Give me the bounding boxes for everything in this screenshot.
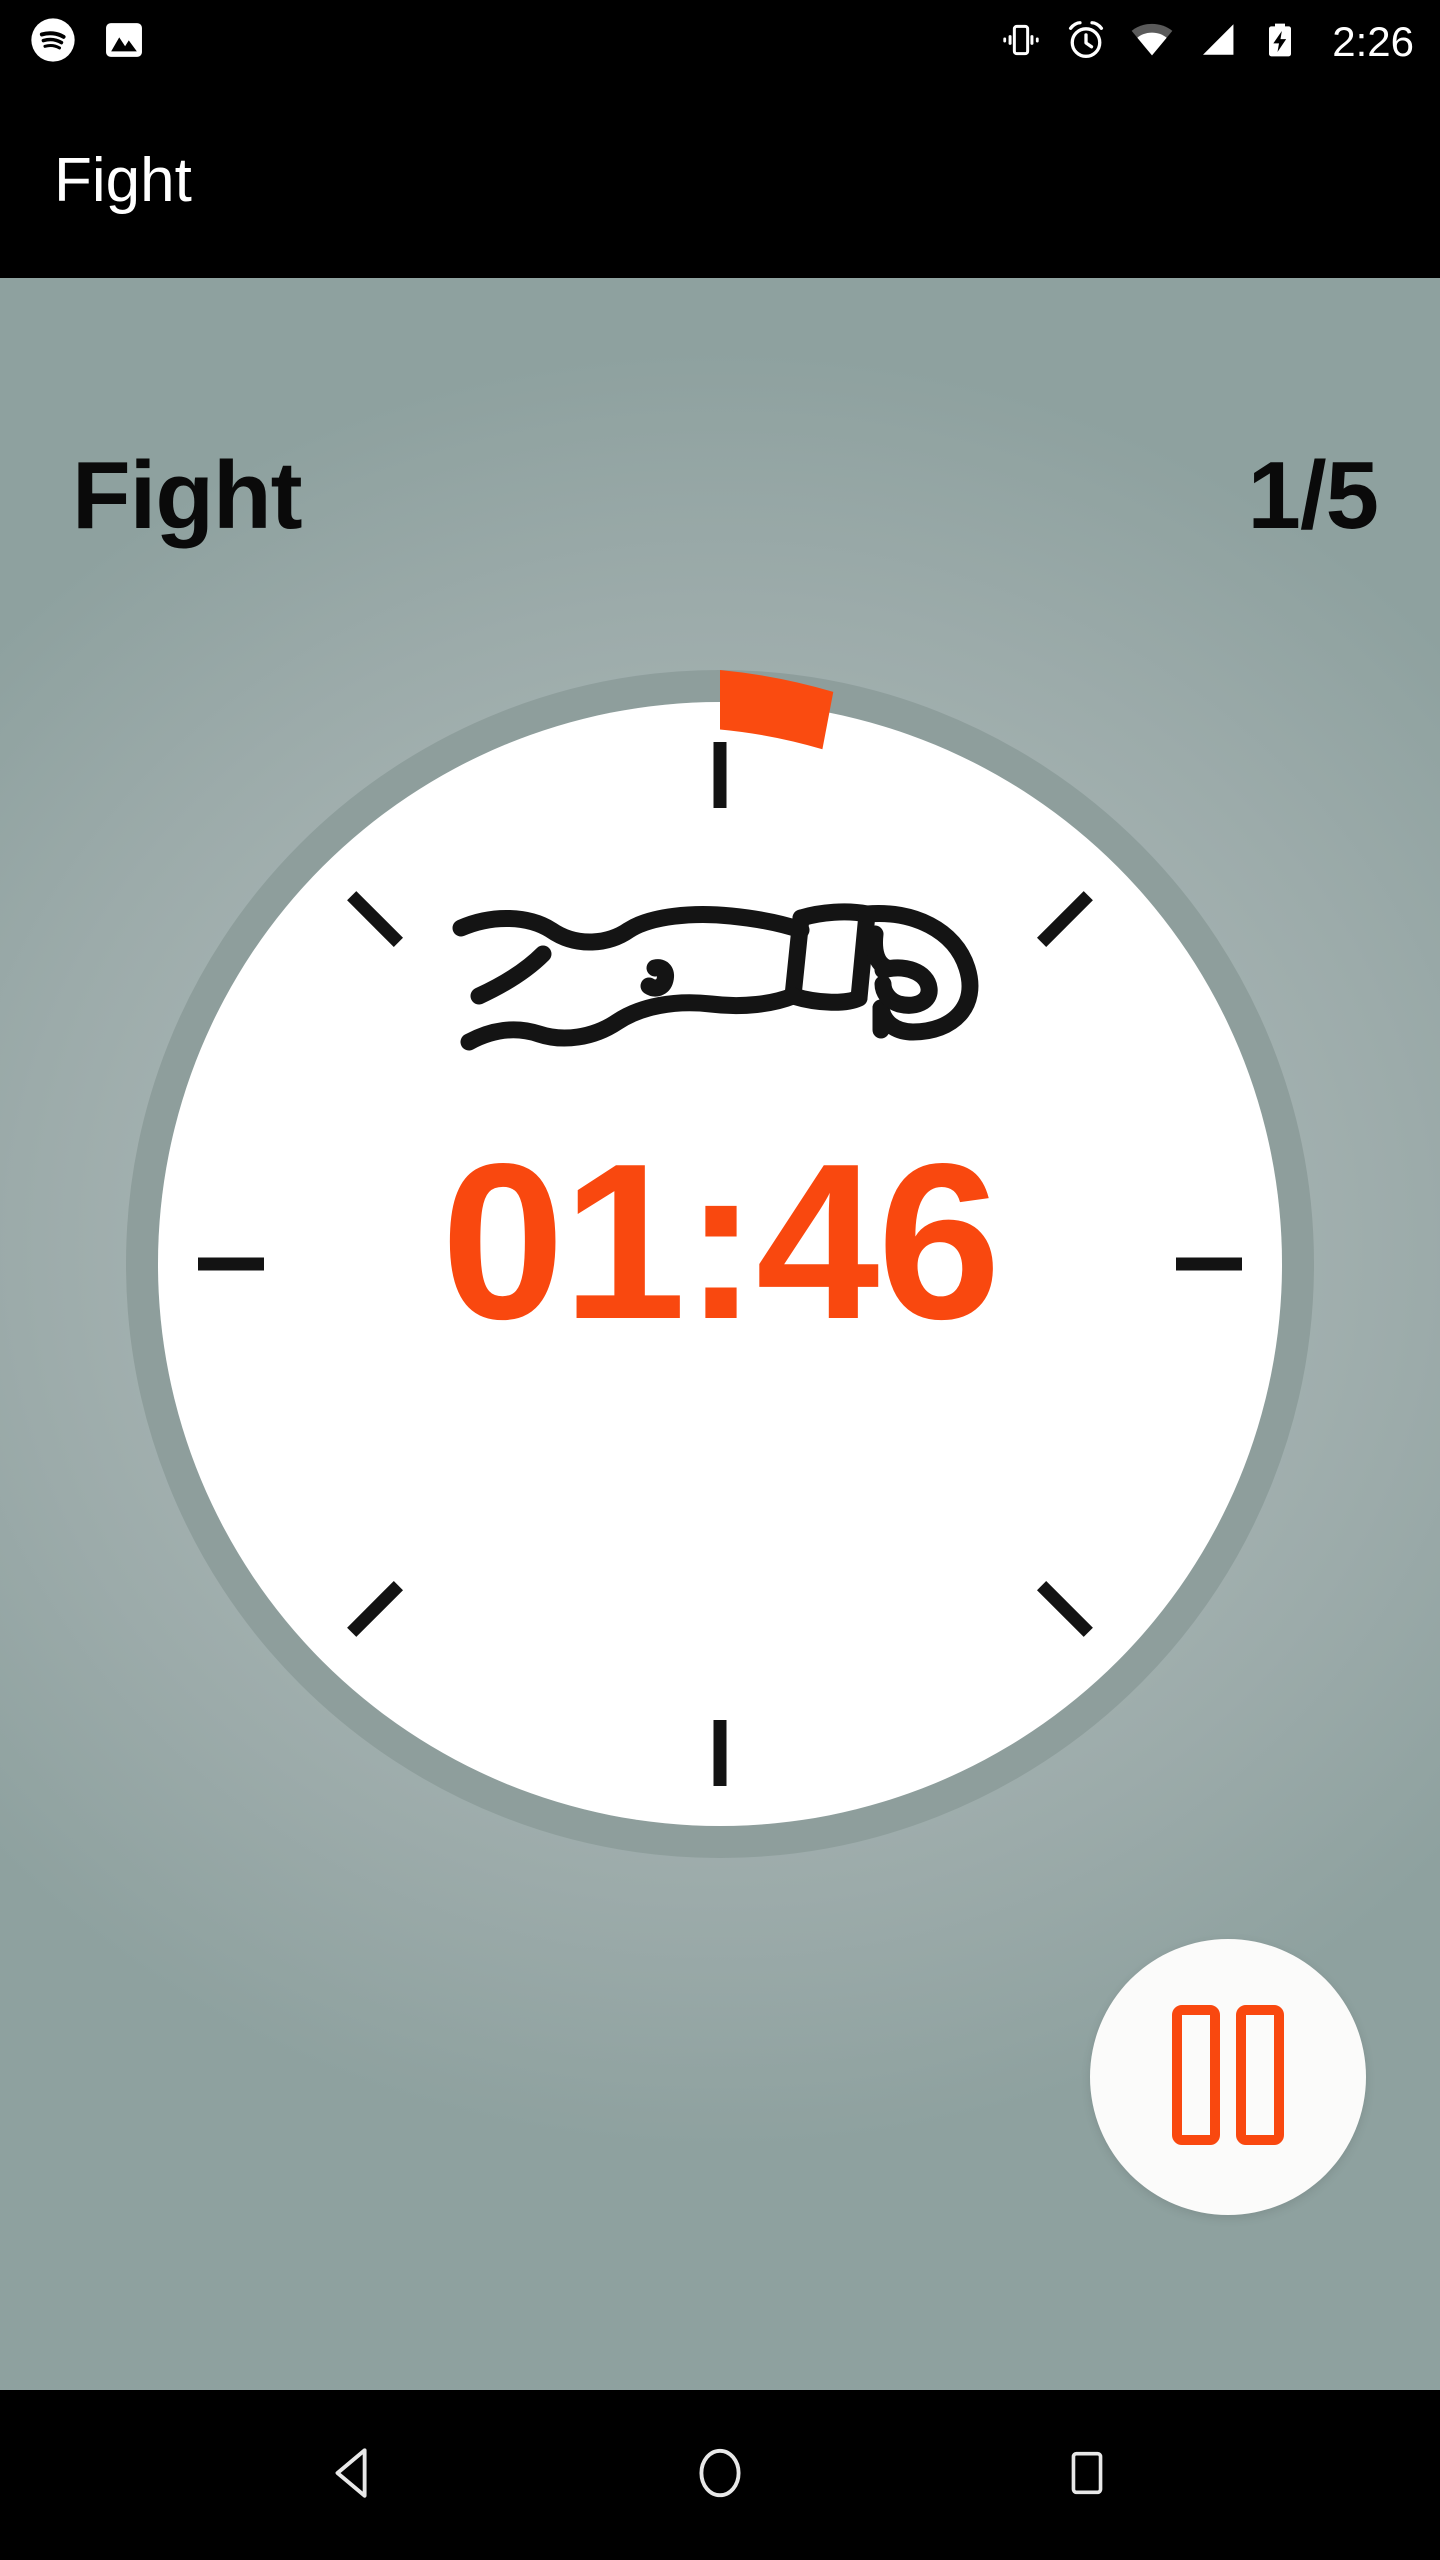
app-bar-title: Fight bbox=[54, 146, 192, 215]
back-triangle-icon bbox=[322, 2442, 384, 2509]
pause-button[interactable] bbox=[1090, 1939, 1366, 2215]
nav-back-button[interactable] bbox=[293, 2415, 413, 2535]
vibrate-mode-icon bbox=[1000, 19, 1042, 66]
nav-recents-button[interactable] bbox=[1027, 2415, 1147, 2535]
round-counter: 1/5 bbox=[1247, 442, 1379, 549]
app-bar: Fight bbox=[0, 84, 1440, 278]
status-bar-system-icons: 2:26 bbox=[1000, 18, 1414, 67]
timer-dial[interactable]: 01:46 bbox=[113, 657, 1327, 1871]
spotify-icon bbox=[30, 17, 76, 68]
pause-icon bbox=[1167, 2004, 1289, 2151]
round-header: Fight 1/5 bbox=[0, 441, 1440, 551]
navigation-bar bbox=[0, 2390, 1440, 2560]
cellular-signal-icon bbox=[1196, 19, 1238, 66]
nav-home-button[interactable] bbox=[660, 2415, 780, 2535]
status-bar-clock: 2:26 bbox=[1332, 18, 1414, 65]
timer-screen-content: Fight 1/5 01:46 bbox=[0, 278, 1440, 2390]
phone-screen: 2:26 Fight Fight 1/5 01:46 bbox=[0, 0, 1440, 2560]
recents-square-icon bbox=[1058, 2444, 1116, 2507]
timer-display: 01:46 bbox=[441, 1118, 1001, 1366]
wifi-icon bbox=[1130, 18, 1174, 67]
alarm-clock-icon bbox=[1064, 18, 1108, 67]
home-circle-icon bbox=[689, 2442, 751, 2509]
status-bar: 2:26 bbox=[0, 0, 1440, 84]
screenshot-image-icon bbox=[102, 18, 146, 67]
battery-charging-icon bbox=[1260, 20, 1300, 65]
phase-label: Fight bbox=[72, 442, 303, 549]
status-bar-notification-icons bbox=[30, 17, 146, 68]
